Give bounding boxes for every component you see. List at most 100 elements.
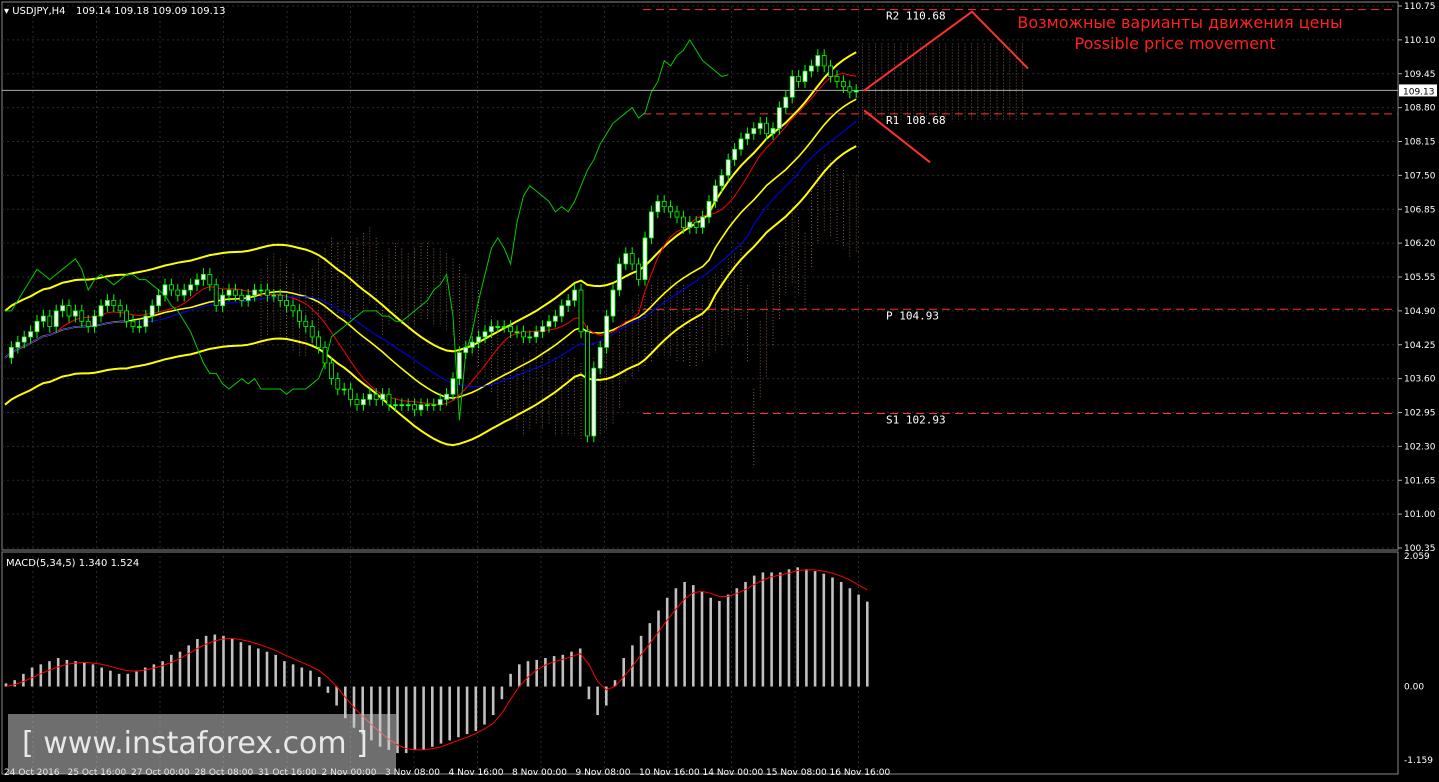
time-tick-label: 4 Nov 16:00 [449, 768, 504, 778]
candle-body [591, 367, 597, 437]
macd-bar [274, 654, 277, 687]
macd-bar [422, 686, 425, 750]
macd-bar [491, 686, 495, 716]
macd-tick-label: -1.159 [1404, 756, 1433, 766]
candle-body [751, 128, 757, 135]
candle-body [175, 289, 181, 296]
macd-bar [109, 670, 112, 687]
candle-body [668, 206, 673, 213]
price-tick-label: 104.90 [1404, 307, 1436, 317]
price-tick-label: 108.15 [1404, 138, 1436, 148]
macd-bar [178, 651, 182, 687]
macd-bar [805, 569, 808, 687]
macd-bar [74, 661, 77, 687]
candle-body [450, 378, 456, 395]
candle-body [828, 65, 833, 77]
price-tick-label: 110.10 [1404, 36, 1436, 46]
macd-bar [744, 581, 747, 687]
candle-body [341, 388, 347, 391]
symbol-header: ▾ USDJPY,H4 [4, 6, 66, 17]
price-tick-label: 108.80 [1404, 104, 1436, 114]
macd-bar [483, 686, 486, 725]
macd-bar [248, 645, 251, 687]
candle-body [92, 315, 97, 327]
candle-body [316, 336, 322, 348]
price-tick-label: 106.85 [1404, 205, 1436, 215]
candle-body [309, 326, 315, 338]
macd-bar [596, 686, 599, 716]
price-tick-label: 103.60 [1404, 375, 1436, 385]
candle-body [360, 399, 366, 406]
candle-body [85, 320, 91, 327]
candle-body [322, 346, 328, 364]
candle-body [553, 315, 558, 322]
macd-bar [639, 635, 643, 687]
macd-header: MACD(5,34,5) 1.340 1.524 [6, 558, 139, 569]
macd-bar [787, 569, 791, 687]
candle-body [482, 331, 488, 338]
candle-body [386, 393, 392, 406]
candle-body [258, 289, 264, 292]
macd-bar [752, 575, 756, 687]
price-tick-label: 106.20 [1404, 239, 1436, 249]
price-tick-label: 101.65 [1404, 476, 1436, 486]
level-label-S1: S1 102.93 [886, 414, 946, 427]
level-label-P: P 104.93 [886, 309, 939, 322]
candle-body [559, 305, 565, 317]
candle-body [642, 237, 648, 281]
candle-body [98, 305, 104, 317]
candle-body [661, 201, 667, 208]
candle-body [156, 294, 162, 307]
candle-body [130, 320, 136, 327]
candle-body [136, 326, 142, 328]
candle-body [578, 289, 584, 333]
candle-body [354, 399, 360, 406]
price-tick-label: 105.55 [1404, 273, 1436, 283]
macd-bar [779, 572, 782, 687]
candle-body [181, 289, 187, 296]
candle-body [232, 289, 238, 296]
candle-body [194, 279, 200, 286]
candle-body [245, 294, 251, 301]
candle-body [821, 55, 827, 67]
macd-bar [718, 600, 721, 687]
candle-body [546, 320, 552, 327]
macd-tick-label: 0.00 [1404, 683, 1424, 693]
candle-body [8, 346, 14, 359]
candle-body [124, 310, 129, 322]
candle-body [687, 221, 693, 228]
candle-body [162, 284, 168, 296]
macd-bar [100, 667, 103, 687]
macd-bar [674, 588, 678, 687]
candle-body [476, 336, 482, 343]
macd-bar [39, 664, 43, 687]
candle-body [789, 75, 795, 98]
candle-body [143, 315, 149, 327]
candle-body [335, 378, 341, 390]
macd-bar [396, 686, 399, 754]
macd-bar [222, 635, 225, 687]
candle-body [533, 331, 539, 338]
candle-body [456, 352, 462, 380]
macd-bar [326, 686, 330, 693]
candle-body [348, 388, 354, 400]
candle-body [802, 70, 808, 82]
macd-bar [439, 686, 443, 744]
candle-body [444, 393, 450, 400]
price-tick-label: 102.95 [1404, 409, 1436, 419]
candle-body [693, 221, 699, 228]
macd-bar [526, 661, 530, 687]
macd-bar [535, 659, 538, 687]
candle-body [629, 253, 635, 265]
candle-body [610, 289, 616, 317]
candle-body [264, 289, 270, 296]
macd-bar [726, 594, 730, 687]
macd-bar [48, 661, 51, 687]
candle-body [303, 320, 309, 327]
candle-body [117, 305, 123, 312]
candle-body [623, 253, 629, 265]
macd-bar [500, 686, 504, 700]
ohlc-header: 109.14 109.18 109.09 109.13 [76, 6, 226, 17]
macd-bar [239, 642, 243, 687]
candle-body [681, 216, 686, 228]
